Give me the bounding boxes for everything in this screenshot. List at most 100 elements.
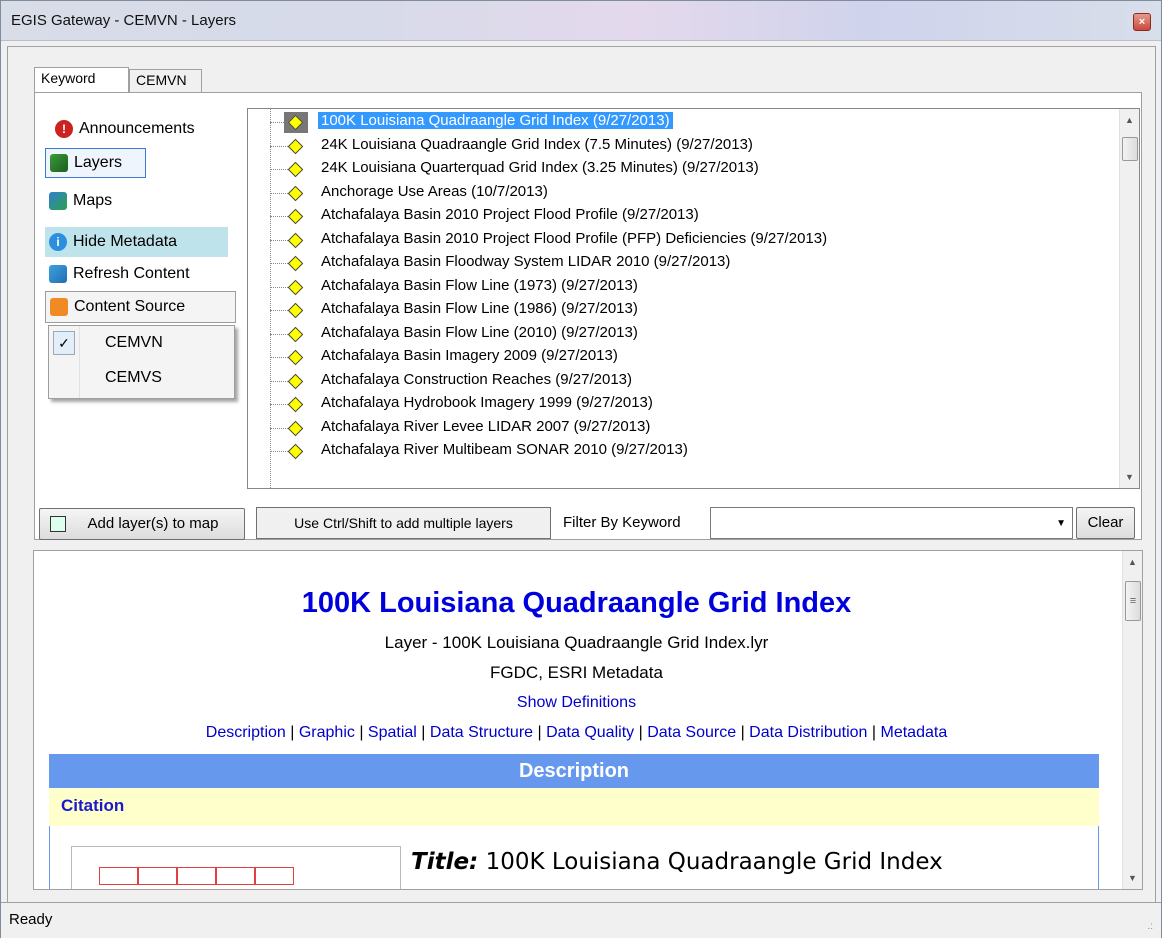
description-header: Description [49,754,1099,788]
tree-item-label: Atchafalaya Basin Imagery 2009 (9/27/201… [321,347,618,364]
title-field-label: Title: [411,849,479,875]
tree-item-label: Atchafalaya Basin 2010 Project Flood Pro… [321,229,828,247]
tree-item[interactable]: Atchafalaya Basin Imagery 2009 (9/27/201… [248,346,1118,369]
scroll-down-icon[interactable]: ▼ [1125,472,1134,482]
content-source-button[interactable]: Content Source [45,291,236,323]
section-link[interactable]: Description [206,724,286,741]
menu-item-label: CEMVN [105,334,163,351]
layer-diamond-icon [287,443,304,460]
layer-diamond-icon [287,349,304,366]
add-layers-button[interactable]: Add layer(s) to map [39,508,245,540]
layer-diamond-icon [287,161,304,178]
link-separator: | [736,724,750,741]
citation-header: Citation [49,788,1099,826]
alert-icon: ! [55,120,73,138]
tree-connector [270,333,288,335]
tree-item-label: Atchafalaya Basin Flow Line (1986) (9/27… [321,300,638,317]
tree-connector [270,263,288,264]
section-link[interactable]: Data Source [647,724,736,741]
tree-item-label: Atchafalaya Construction Reaches (9/27/2… [321,370,633,388]
layer-diamond-icon [287,396,304,413]
layers-icon [50,154,68,172]
scroll-thumb[interactable] [1122,137,1138,161]
tree-item[interactable]: Atchafalaya River Levee LIDAR 2007 (9/27… [248,417,1118,440]
section-link[interactable]: Data Distribution [749,724,867,741]
tree-item[interactable]: Atchafalaya Basin Flow Line (2010) (9/27… [248,323,1118,346]
tree-connector [270,145,288,147]
title-bar[interactable]: EGIS Gateway - CEMVN - Layers × [1,1,1161,41]
scroll-down-icon[interactable]: ▼ [1128,873,1137,883]
layer-diamond-icon [287,255,304,272]
tree-item-label: 24K Louisiana Quadraangle Grid Index (7.… [321,135,753,153]
tree-item[interactable]: Atchafalaya Basin Floodway System LIDAR … [248,252,1118,275]
tab-keyword[interactable]: Keyword [34,67,129,93]
tree-connector [270,286,288,288]
layer-diamond-icon [287,208,304,225]
layer-diamond-icon [287,232,304,248]
tree-item[interactable]: Atchafalaya Basin 2010 Project Flood Pro… [248,205,1118,228]
layers-window: EGIS Gateway - CEMVN - Layers × Keyword … [0,0,1162,938]
scroll-up-icon[interactable]: ▲ [1125,115,1134,125]
layer-tree[interactable]: 100K Louisiana Quadraangle Grid Index (9… [247,108,1140,489]
metadata-scrollbar[interactable]: ▲ ≡ ▼ [1122,551,1142,889]
layer-diamond-icon [287,302,304,319]
show-definitions-link[interactable]: Show Definitions [34,694,1119,712]
tree-item[interactable]: Anchorage Use Areas (10/7/2013) [248,182,1118,205]
section-link[interactable]: Data Structure [430,724,533,741]
announcements-label: Announcements [79,120,195,137]
link-separator: | [533,724,547,741]
scroll-up-icon[interactable]: ▲ [1128,557,1137,567]
hide-metadata-label: Hide Metadata [73,233,178,250]
status-bar: Ready .: [1,902,1161,938]
tree-item[interactable]: 24K Louisiana Quarterquad Grid Index (3.… [248,158,1118,181]
tree-scrollbar[interactable]: ▲ ▼ [1119,109,1139,488]
tree-connector [270,357,288,358]
tree-item[interactable]: 24K Louisiana Quadraangle Grid Index (7.… [248,135,1118,158]
clear-button[interactable]: Clear [1076,507,1135,539]
layer-diamond-icon [287,185,304,201]
tree-item[interactable]: Atchafalaya Basin 2010 Project Flood Pro… [248,229,1118,252]
section-link[interactable]: Data Quality [546,724,634,741]
tree-item[interactable]: 100K Louisiana Quadraangle Grid Index (9… [248,111,1118,134]
announcements-button[interactable]: ! Announcements [51,114,199,144]
maps-button[interactable]: Maps [45,186,116,216]
layer-file-line: Layer - 100K Louisiana Quadraangle Grid … [384,633,769,652]
section-link[interactable]: Metadata [881,724,948,741]
layer-diamond-icon [287,373,304,389]
tree-item[interactable]: Atchafalaya Construction Reaches (9/27/2… [248,370,1118,393]
tree-item-label: Anchorage Use Areas (10/7/2013) [321,182,548,200]
chevron-down-icon[interactable]: ▼ [1056,518,1066,529]
scroll-thumb[interactable]: ≡ [1125,581,1141,621]
menu-item-label: CEMVS [105,369,162,386]
tree-item[interactable]: Atchafalaya Hydrobook Imagery 1999 (9/27… [248,393,1118,416]
content-source-menu: ✓ CEMVN CEMVS [48,325,235,399]
menu-item-cemvs[interactable]: CEMVS [49,363,234,393]
link-separator: | [416,724,430,741]
tree-connector [270,239,288,241]
add-layers-label: Add layer(s) to map [87,515,219,532]
tree-item[interactable]: Atchafalaya River Multibeam SONAR 2010 (… [248,440,1118,463]
close-button[interactable]: × [1133,13,1151,31]
menu-item-cemvn[interactable]: ✓ CEMVN [49,328,234,358]
layer-diamond-icon [287,326,304,342]
metadata-title: 100K Louisiana Quadraangle Grid Index [301,587,852,619]
tab-cemvn[interactable]: CEMVN [129,69,202,93]
refresh-content-label: Refresh Content [73,265,190,282]
section-links: Description | Graphic | Spatial | Data S… [34,724,1119,742]
section-link[interactable]: Graphic [299,724,355,741]
tree-item[interactable]: Atchafalaya Basin Flow Line (1973) (9/27… [248,276,1118,299]
tree-connector [270,169,288,170]
layers-button[interactable]: Layers [45,148,146,178]
tree-item-label: Atchafalaya Basin Flow Line (1973) (9/27… [321,276,638,294]
filter-keyword-combo[interactable]: ▼ [710,507,1073,539]
title-field-value: 100K Louisiana Quadraangle Grid Index [485,849,943,875]
resize-grip-icon[interactable]: .: [1147,921,1153,932]
tree-item[interactable]: Atchafalaya Basin Flow Line (1986) (9/27… [248,299,1118,322]
link-separator: | [634,724,648,741]
refresh-icon [49,265,67,283]
refresh-content-button[interactable]: Refresh Content [45,259,194,289]
info-icon: i [49,233,67,251]
link-separator: | [285,724,299,741]
hide-metadata-button[interactable]: i Hide Metadata [45,227,228,257]
section-link[interactable]: Spatial [368,724,417,741]
